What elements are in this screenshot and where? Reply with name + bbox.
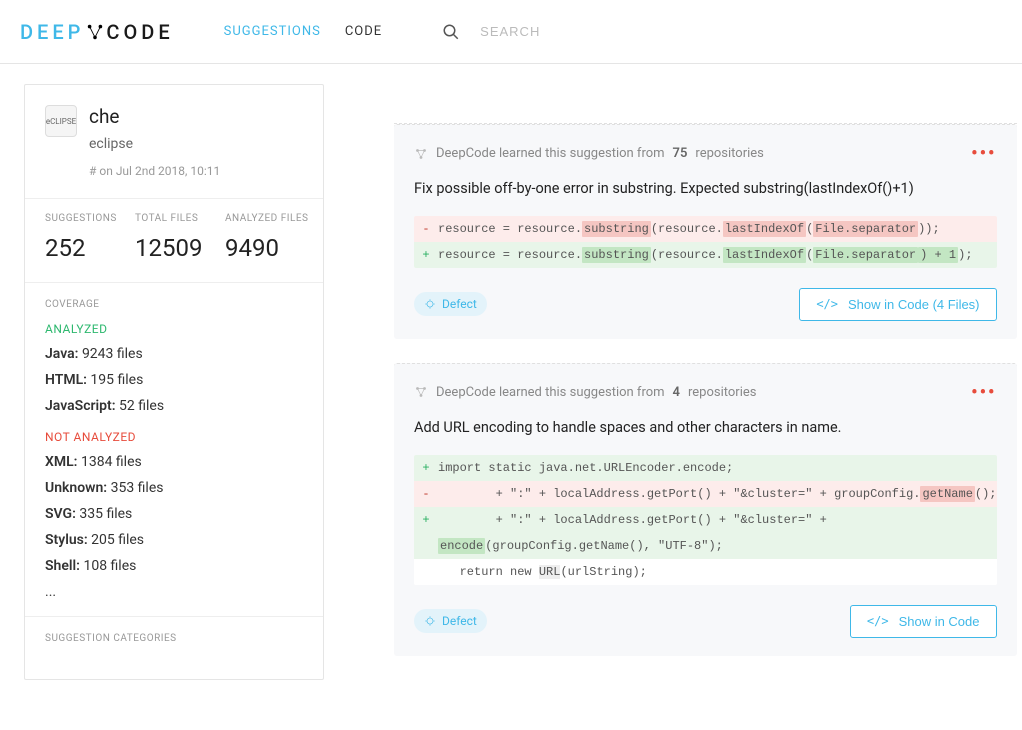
stat-totalfiles-label: TOTAL FILES bbox=[135, 213, 185, 224]
card-title: Add URL encoding to handle spaces and ot… bbox=[414, 417, 997, 439]
nav-suggestions[interactable]: SUGGESTIONS bbox=[224, 24, 321, 39]
stat-suggestions: 252 bbox=[45, 234, 95, 262]
coverage-title: COVERAGE bbox=[45, 299, 303, 310]
button-label: Show in Code (4 Files) bbox=[848, 297, 980, 312]
file-line: HTML: 195 files bbox=[45, 372, 303, 388]
nav-code[interactable]: CODE bbox=[345, 24, 382, 39]
main: eCLIPSE che eclipse # on Jul 2nd 2018, 1… bbox=[0, 64, 1022, 700]
logo-deep: DEEP bbox=[20, 20, 84, 44]
search-input[interactable] bbox=[480, 24, 780, 39]
diff-line-del: - + ":" + localAddress.getPort() + "&clu… bbox=[414, 481, 997, 507]
show-in-code-button[interactable]: </> Show in Code (4 Files) bbox=[799, 288, 996, 321]
learned-from: DeepCode learned this suggestion from 4 … bbox=[414, 385, 756, 400]
project-icon: eCLIPSE bbox=[45, 105, 77, 137]
tag-label: Defect bbox=[442, 614, 477, 628]
categories-title: SUGGESTION CATEGORIES bbox=[45, 633, 303, 644]
code-icon: </> bbox=[816, 297, 838, 311]
content-top-spacer bbox=[394, 84, 1017, 124]
categories-section: SUGGESTION CATEGORIES bbox=[25, 616, 323, 672]
search-icon bbox=[442, 23, 460, 41]
more-icon[interactable]: ••• bbox=[971, 382, 996, 403]
search-wrap bbox=[442, 23, 1002, 41]
file-line: SVG: 335 files bbox=[45, 506, 303, 522]
bug-icon bbox=[424, 298, 436, 310]
analyzed-label: ANALYZED bbox=[45, 322, 303, 336]
file-line: JavaScript: 52 files bbox=[45, 398, 303, 414]
sidebar: eCLIPSE che eclipse # on Jul 2nd 2018, 1… bbox=[24, 84, 324, 680]
not-analyzed-label: NOT ANALYZED bbox=[45, 430, 303, 444]
file-line: Stylus: 205 files bbox=[45, 532, 303, 548]
stat-analyzed: 9490 bbox=[225, 234, 308, 262]
defect-tag[interactable]: Defect bbox=[414, 292, 487, 316]
card-title: Fix possible off-by-one error in substri… bbox=[414, 178, 997, 200]
nav: SUGGESTIONS CODE bbox=[224, 24, 383, 39]
logo[interactable]: DEEP CODE bbox=[20, 20, 174, 44]
defect-tag[interactable]: Defect bbox=[414, 609, 487, 633]
content: DeepCode learned this suggestion from 75… bbox=[394, 84, 1017, 680]
project-timestamp: # on Jul 2nd 2018, 10:11 bbox=[89, 164, 220, 178]
tag-label: Defect bbox=[442, 297, 477, 311]
stat-analyzed-label: ANALYZED FILES bbox=[225, 213, 308, 224]
diff-block: - resource = resource.substring(resource… bbox=[414, 216, 997, 268]
file-line: XML: 1384 files bbox=[45, 454, 303, 470]
code-icon: </> bbox=[867, 614, 889, 628]
topbar: DEEP CODE SUGGESTIONS CODE bbox=[0, 0, 1022, 64]
more-icon[interactable]: ••• bbox=[971, 143, 996, 164]
diff-block: + import static java.net.URLEncoder.enco… bbox=[414, 455, 997, 585]
diff-line-add: + import static java.net.URLEncoder.enco… bbox=[414, 455, 997, 481]
stats: SUGGESTIONS 252 TOTAL FILES 12509 ANALYZ… bbox=[25, 198, 323, 282]
coverage-section: COVERAGE ANALYZED Java: 9243 files HTML:… bbox=[25, 282, 323, 616]
project-name: che bbox=[89, 105, 220, 128]
bug-icon bbox=[414, 385, 428, 399]
suggestion-card: DeepCode learned this suggestion from 4 … bbox=[394, 363, 1017, 656]
show-in-code-button[interactable]: </> Show in Code bbox=[850, 605, 997, 638]
bug-icon bbox=[414, 147, 428, 161]
stat-suggestions-label: SUGGESTIONS bbox=[45, 213, 95, 224]
file-line: Shell: 108 files bbox=[45, 558, 303, 574]
file-line: Java: 9243 files bbox=[45, 346, 303, 362]
logo-glyph-icon bbox=[86, 23, 104, 41]
diff-line-add: + + ":" + localAddress.getPort() + "&clu… bbox=[414, 507, 997, 533]
suggestion-card: DeepCode learned this suggestion from 75… bbox=[394, 124, 1017, 339]
button-label: Show in Code bbox=[899, 614, 980, 629]
logo-code: CODE bbox=[106, 20, 173, 44]
diff-line-ctx: return new URL(urlString); bbox=[414, 559, 997, 585]
diff-line-add: encode(groupConfig.getName(), "UTF-8"); bbox=[414, 533, 997, 559]
stat-totalfiles: 12509 bbox=[135, 234, 185, 262]
learned-from: DeepCode learned this suggestion from 75… bbox=[414, 146, 764, 161]
project-org: eclipse bbox=[89, 136, 220, 152]
project-head: eCLIPSE che eclipse # on Jul 2nd 2018, 1… bbox=[25, 85, 323, 198]
coverage-ellipsis[interactable]: ... bbox=[45, 584, 303, 600]
bug-icon bbox=[424, 615, 436, 627]
file-line: Unknown: 353 files bbox=[45, 480, 303, 496]
diff-line-add: + resource = resource.substring(resource… bbox=[414, 242, 997, 268]
diff-line-del: - resource = resource.substring(resource… bbox=[414, 216, 997, 242]
